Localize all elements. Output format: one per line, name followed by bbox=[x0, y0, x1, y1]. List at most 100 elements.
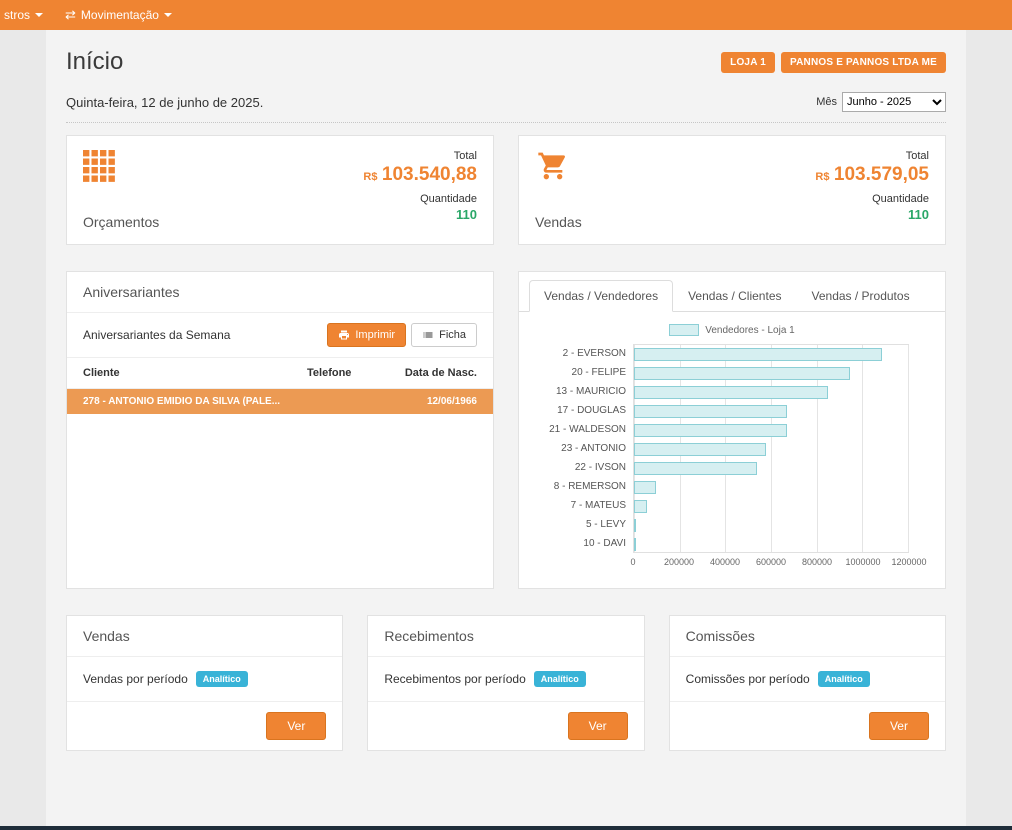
swap-icon: ⇄ bbox=[65, 7, 76, 23]
quantity-value: 110 bbox=[815, 207, 929, 222]
chevron-down-icon bbox=[35, 13, 43, 17]
chart-bar-row bbox=[634, 402, 908, 421]
tab-vendas-produtos[interactable]: Vendas / Produtos bbox=[797, 280, 925, 312]
chart-category-label: 21 - WALDESON bbox=[537, 420, 633, 439]
bar-chart: Vendedores - Loja 1 2 - EVERSON20 - FELI… bbox=[519, 312, 945, 581]
chart-bar bbox=[634, 348, 882, 361]
chart-plot bbox=[633, 344, 909, 553]
chart-category-label: 20 - FELIPE bbox=[537, 363, 633, 382]
table-row[interactable]: 278 - ANTONIO EMIDIO DA SILVA (PALE... 1… bbox=[67, 389, 493, 414]
quantity-label: Quantidade bbox=[363, 193, 477, 205]
chart-bar bbox=[634, 405, 787, 418]
chart-bar-row bbox=[634, 478, 908, 497]
chart-tick-label: 200000 bbox=[664, 557, 694, 567]
month-label: Mês bbox=[816, 96, 837, 108]
month-picker: Mês Junho - 2025 bbox=[816, 92, 946, 112]
chart-category-label: 17 - DOUGLAS bbox=[537, 401, 633, 420]
chart-gridline bbox=[908, 345, 909, 552]
chart-tick-label: 1000000 bbox=[845, 557, 880, 567]
store-badge[interactable]: LOJA 1 bbox=[721, 52, 775, 73]
total-amount: R$ 103.540,88 bbox=[363, 164, 477, 186]
ficha-button-label: Ficha bbox=[439, 329, 466, 341]
nav-item-label: stros bbox=[4, 8, 30, 22]
cell-data-nasc: 12/06/1966 bbox=[387, 396, 477, 407]
ver-button[interactable]: Ver bbox=[568, 712, 628, 740]
chart-bar bbox=[634, 519, 636, 532]
chart-bar bbox=[634, 500, 647, 513]
chart-category-label: 5 - LEVY bbox=[537, 515, 633, 534]
nav-item-cadastros[interactable]: stros bbox=[4, 8, 43, 22]
report-label: Comissões por período bbox=[686, 672, 810, 686]
chart-category-label: 13 - MAURICIO bbox=[537, 382, 633, 401]
analitico-badge: Analítico bbox=[534, 671, 586, 687]
chart-category-label: 22 - IVSON bbox=[537, 458, 633, 477]
quantity-label: Quantidade bbox=[815, 193, 929, 205]
tab-vendas-clientes[interactable]: Vendas / Clientes bbox=[673, 280, 796, 312]
nav-item-label: Movimentação bbox=[81, 8, 159, 22]
list-icon bbox=[422, 329, 434, 341]
panel-title: Recebimentos bbox=[368, 616, 643, 657]
chart-bar bbox=[634, 367, 850, 380]
report-label: Vendas por período bbox=[83, 672, 188, 686]
column-cliente: Cliente bbox=[83, 367, 307, 379]
birthdays-table-header: Cliente Telefone Data de Nasc. bbox=[67, 358, 493, 389]
month-select[interactable]: Junho - 2025 bbox=[842, 92, 946, 112]
legend-swatch bbox=[669, 324, 699, 336]
chart-bar bbox=[634, 386, 828, 399]
comissoes-report-card: Comissões Comissões por período Analític… bbox=[669, 615, 946, 751]
page-header: Início LOJA 1 PANNOS E PANNOS LTDA ME bbox=[66, 48, 946, 76]
card-title: Orçamentos bbox=[83, 214, 159, 230]
analitico-badge: Analítico bbox=[818, 671, 870, 687]
header-badges: LOJA 1 PANNOS E PANNOS LTDA ME bbox=[721, 52, 946, 73]
chart-tick-label: 400000 bbox=[710, 557, 740, 567]
chart-bar bbox=[634, 538, 636, 551]
total-label: Total bbox=[815, 150, 929, 162]
chart-category-label: 23 - ANTONIO bbox=[537, 439, 633, 458]
chart-bar-row bbox=[634, 364, 908, 383]
date-row: Quinta-feira, 12 de junho de 2025. Mês J… bbox=[66, 92, 946, 112]
legend-label: Vendedores - Loja 1 bbox=[705, 325, 795, 336]
chart-legend: Vendedores - Loja 1 bbox=[537, 324, 927, 336]
panel-title: Aniversariantes bbox=[67, 272, 493, 313]
cart-icon bbox=[535, 150, 582, 182]
chart-bar bbox=[634, 462, 757, 475]
page-title: Início bbox=[66, 48, 123, 76]
total-label: Total bbox=[363, 150, 477, 162]
ficha-button[interactable]: Ficha bbox=[411, 323, 477, 347]
chart-tick-label: 600000 bbox=[756, 557, 786, 567]
orcamentos-card: Orçamentos Total R$ 103.540,88 Quantidad… bbox=[66, 135, 494, 245]
column-telefone: Telefone bbox=[307, 367, 387, 379]
print-button-label: Imprimir bbox=[355, 329, 395, 341]
birthdays-subtitle: Aniversariantes da Semana bbox=[83, 328, 230, 342]
summary-cards-row: Orçamentos Total R$ 103.540,88 Quantidad… bbox=[66, 135, 946, 245]
chart-bar bbox=[634, 481, 656, 494]
chart-bar-row bbox=[634, 535, 908, 554]
ver-button[interactable]: Ver bbox=[266, 712, 326, 740]
footer-bar bbox=[0, 826, 1012, 830]
chart-bar-row bbox=[634, 516, 908, 535]
sales-tabs: Vendas / Vendedores Vendas / Clientes Ve… bbox=[519, 272, 945, 312]
tab-vendas-vendedores[interactable]: Vendas / Vendedores bbox=[529, 280, 673, 312]
vendas-report-card: Vendas Vendas por período Analítico Ver bbox=[66, 615, 343, 751]
chart-bar-row bbox=[634, 459, 908, 478]
currency: R$ bbox=[815, 171, 829, 183]
company-badge[interactable]: PANNOS E PANNOS LTDA ME bbox=[781, 52, 946, 73]
panel-title: Vendas bbox=[67, 616, 342, 657]
chart-category-labels: 2 - EVERSON20 - FELIPE13 - MAURICIO17 - … bbox=[537, 344, 633, 571]
chart-tick-label: 0 bbox=[630, 557, 635, 567]
recebimentos-report-card: Recebimentos Recebimentos por período An… bbox=[367, 615, 644, 751]
chart-bar-row bbox=[634, 497, 908, 516]
ver-button[interactable]: Ver bbox=[869, 712, 929, 740]
page-content: Início LOJA 1 PANNOS E PANNOS LTDA ME Qu… bbox=[46, 30, 966, 826]
chart-bar-row bbox=[634, 383, 908, 402]
print-button[interactable]: Imprimir bbox=[327, 323, 406, 347]
quantity-value: 110 bbox=[363, 207, 477, 222]
nav-item-movimentacao[interactable]: ⇄ Movimentação bbox=[65, 7, 172, 23]
column-data-nasc: Data de Nasc. bbox=[387, 367, 477, 379]
panel-title: Comissões bbox=[670, 616, 945, 657]
total-value: 103.540,88 bbox=[382, 164, 477, 185]
analitico-badge: Analítico bbox=[196, 671, 248, 687]
chart-bar bbox=[634, 424, 787, 437]
sales-chart-panel: Vendas / Vendedores Vendas / Clientes Ve… bbox=[518, 271, 946, 589]
total-value: 103.579,05 bbox=[834, 164, 929, 185]
